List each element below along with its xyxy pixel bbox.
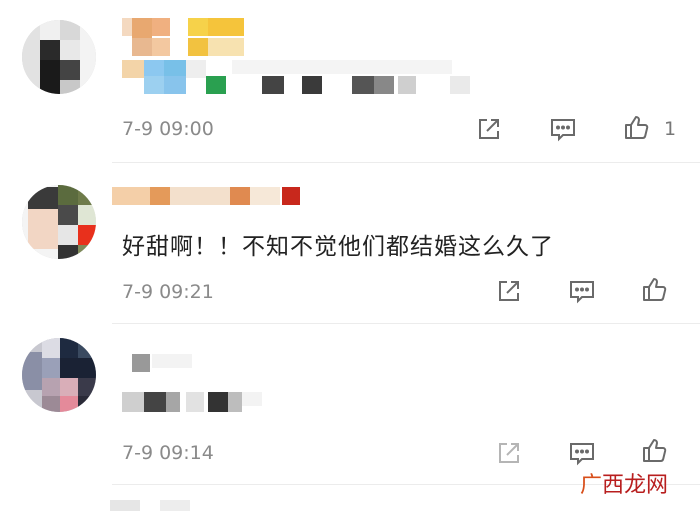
comment-text-blurred xyxy=(112,388,272,414)
avatar-mosaic xyxy=(22,185,96,259)
share-button[interactable] xyxy=(494,276,524,306)
avatar[interactable] xyxy=(22,20,96,94)
comment-timestamp: 7-9 09:21 xyxy=(122,281,214,303)
like-icon xyxy=(625,116,649,139)
comment-text-blurred xyxy=(112,56,472,96)
username-blurred[interactable] xyxy=(112,16,252,56)
share-icon xyxy=(499,443,519,463)
comment-icon xyxy=(570,281,594,304)
share-button[interactable] xyxy=(494,438,524,468)
comment-icon xyxy=(570,443,594,466)
watermark-part-2: 西龙网 xyxy=(601,473,668,498)
avatar-mosaic xyxy=(22,338,96,412)
comment-item-3: 7-9 09:14 xyxy=(0,324,700,484)
like-button[interactable] xyxy=(622,112,652,142)
like-button[interactable] xyxy=(640,274,670,304)
username-blurred[interactable] xyxy=(112,185,312,207)
reply-button[interactable] xyxy=(567,276,597,306)
watermark-part-1: 广 xyxy=(579,473,602,498)
avatar[interactable] xyxy=(22,338,96,412)
watermark: 广西龙网 xyxy=(580,467,668,499)
comment-text: 好甜啊！！不知不觉他们都结婚这么久了 xyxy=(122,234,554,260)
like-icon xyxy=(643,278,667,301)
share-button[interactable] xyxy=(474,114,504,144)
reply-button[interactable] xyxy=(567,438,597,468)
avatar[interactable] xyxy=(22,185,96,259)
comment-item-2: 好甜啊！！不知不觉他们都结婚这么久了 7-9 09:21 xyxy=(0,163,700,323)
username-blurred[interactable] xyxy=(112,352,212,374)
reply-button[interactable] xyxy=(548,114,578,144)
comment-timestamp: 7-9 09:00 xyxy=(122,118,214,140)
like-count: 1 xyxy=(664,118,677,140)
share-icon xyxy=(479,119,499,139)
share-icon xyxy=(499,281,519,301)
like-icon xyxy=(643,439,667,462)
avatar-mosaic xyxy=(22,20,96,94)
next-comment-partial xyxy=(100,498,220,511)
comment-icon xyxy=(551,119,575,142)
comment-item-1: 7-9 09:00 1 xyxy=(0,0,700,162)
like-button[interactable] xyxy=(640,435,670,465)
comment-timestamp: 7-9 09:14 xyxy=(122,442,214,464)
